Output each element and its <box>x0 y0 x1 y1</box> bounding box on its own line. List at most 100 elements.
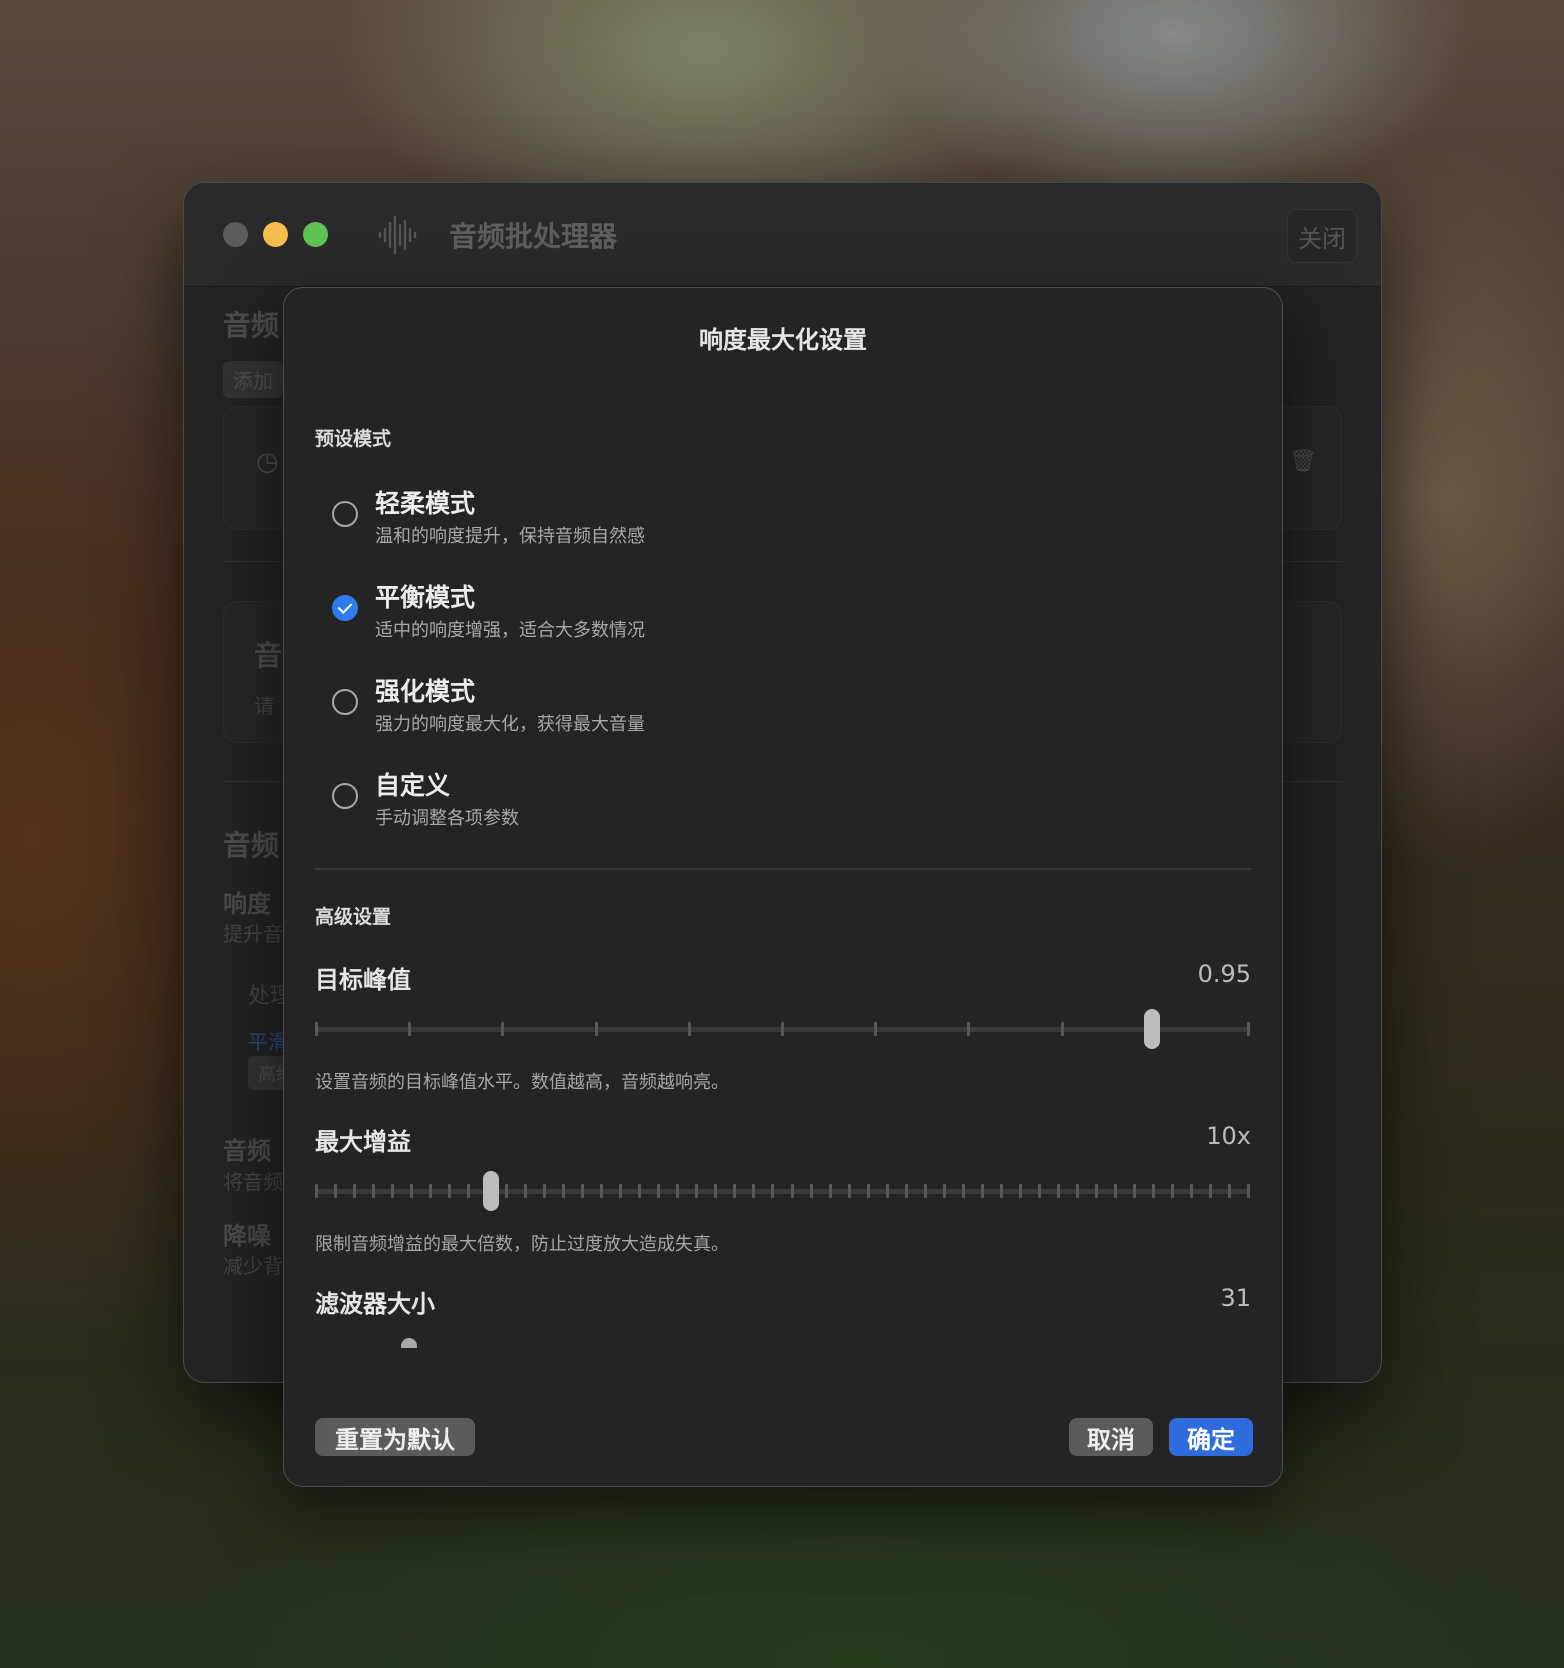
radio-button[interactable] <box>332 689 358 715</box>
preset-option-balanced[interactable]: 平衡模式 适中的响度增强，适合大多数情况 <box>332 578 1032 648</box>
preset-title: 强化模式 <box>375 677 476 706</box>
loudness-settings-dialog: 响度最大化设置 预设模式 轻柔模式 温和的响度提升，保持音频自然感 平衡模式 适… <box>283 287 1283 1487</box>
dialog-title: 响度最大化设置 <box>699 326 867 354</box>
slider-tick <box>429 1184 433 1198</box>
slider-tick <box>733 1184 737 1198</box>
slider-tick <box>619 1184 623 1198</box>
max-gain-slider[interactable] <box>315 1171 1250 1211</box>
slider-knob[interactable] <box>1143 1009 1160 1049</box>
slider-tick <box>809 1184 813 1198</box>
filter-size-label: 滤波器大小 <box>315 1290 435 1318</box>
slider-tick <box>410 1184 414 1198</box>
window-minimize-light[interactable] <box>263 222 288 247</box>
slider-tick <box>967 1022 971 1036</box>
slider-tick <box>1094 1184 1098 1198</box>
clock-icon: ◷ <box>256 447 279 477</box>
slider-tick <box>1113 1184 1117 1198</box>
slider-tick <box>334 1184 338 1198</box>
preset-option-strong[interactable]: 强化模式 强力的响度最大化，获得最大音量 <box>332 672 1032 742</box>
loudness-label: 响度 <box>223 890 271 918</box>
trash-icon[interactable]: 🗑 <box>1289 449 1317 474</box>
preset-title: 平衡模式 <box>375 583 476 612</box>
mode-label: 平滑 <box>248 1030 288 1054</box>
slider-tick <box>999 1184 1003 1198</box>
close-button[interactable]: 关闭 <box>1287 209 1357 263</box>
slider-knob[interactable] <box>482 1171 499 1211</box>
slider-tick <box>391 1184 395 1198</box>
filter-size-value: 31 <box>1220 1284 1251 1312</box>
denoise-label: 降噪 <box>223 1222 271 1250</box>
add-files-button[interactable]: 添加 <box>223 361 283 398</box>
slider-tick <box>961 1184 965 1198</box>
slider-tick <box>1151 1184 1155 1198</box>
loudness-sub: 提升音 <box>223 922 283 946</box>
cancel-button[interactable]: 取消 <box>1069 1418 1153 1456</box>
slider-tick <box>1060 1022 1064 1036</box>
output-sub: 请 <box>254 694 274 718</box>
convert-label: 音频 <box>223 1137 271 1165</box>
preset-title: 轻柔模式 <box>375 489 476 518</box>
slider-tick <box>847 1184 851 1198</box>
confirm-button[interactable]: 确定 <box>1169 1418 1253 1456</box>
slider-tick <box>1056 1184 1060 1198</box>
waveform-icon <box>378 215 417 255</box>
target-peak-value: 0.95 <box>1197 960 1251 988</box>
slider-tick <box>543 1184 547 1198</box>
convert-sub: 将音频 <box>223 1170 283 1194</box>
slider-tick <box>695 1184 699 1198</box>
slider-tick <box>1227 1184 1231 1198</box>
slider-tick <box>501 1022 505 1036</box>
output-heading: 音 <box>254 639 283 672</box>
slider-tick <box>1247 1184 1250 1198</box>
slider-tick <box>676 1184 680 1198</box>
target-peak-label: 目标峰值 <box>315 966 411 994</box>
radio-button-checked[interactable] <box>332 595 358 621</box>
slider-tick <box>980 1184 984 1198</box>
max-gain-label: 最大增益 <box>315 1128 411 1156</box>
slider-tick <box>594 1022 598 1036</box>
denoise-sub: 减少背 <box>223 1254 283 1278</box>
preset-option-gentle[interactable]: 轻柔模式 温和的响度提升，保持音频自然感 <box>332 484 1032 554</box>
processing-heading: 音频 <box>223 829 280 862</box>
slider-tick <box>714 1184 718 1198</box>
slider-tick <box>353 1184 357 1198</box>
slider-tick <box>600 1184 604 1198</box>
presets-section-label: 预设模式 <box>315 428 392 450</box>
window-maximize-light[interactable] <box>303 222 328 247</box>
slider-tick <box>904 1184 908 1198</box>
slider-tick <box>448 1184 452 1198</box>
slider-tick <box>562 1184 566 1198</box>
preset-option-custom[interactable]: 自定义 手动调整各项参数 <box>332 766 1032 836</box>
slider-tick <box>790 1184 794 1198</box>
radio-button[interactable] <box>332 783 358 809</box>
slider-tick <box>1170 1184 1174 1198</box>
max-gain-value: 10x <box>1206 1122 1251 1150</box>
slider-track <box>315 1189 1250 1194</box>
window-close-light[interactable] <box>223 222 248 247</box>
slider-tick <box>1018 1184 1022 1198</box>
slider-tick <box>581 1184 585 1198</box>
slider-tick <box>781 1022 784 1036</box>
slider-tick <box>372 1184 376 1198</box>
slider-tick <box>657 1184 661 1198</box>
slider-tick <box>1247 1022 1250 1036</box>
slider-tick <box>687 1022 691 1036</box>
files-heading: 音频 <box>223 309 280 342</box>
slider-tick <box>828 1184 832 1198</box>
slider-tick <box>638 1184 642 1198</box>
slider-tick <box>923 1184 927 1198</box>
preset-description: 温和的响度提升，保持音频自然感 <box>375 526 645 547</box>
slider-tick <box>885 1184 889 1198</box>
slider-tick <box>1037 1184 1041 1198</box>
slider-tick <box>1189 1184 1193 1198</box>
title-bar: 音频批处理器 关闭 <box>184 183 1381 287</box>
filter-size-slider-knob[interactable] <box>401 1338 417 1348</box>
slider-tick <box>408 1022 412 1036</box>
radio-button[interactable] <box>332 501 358 527</box>
section-divider <box>315 868 1251 870</box>
reset-default-button[interactable]: 重置为默认 <box>315 1418 475 1456</box>
target-peak-slider[interactable] <box>315 1009 1250 1049</box>
preset-description: 适中的响度增强，适合大多数情况 <box>375 620 645 641</box>
slider-tick <box>1208 1184 1212 1198</box>
target-peak-help: 设置音频的目标峰值水平。数值越高，音频越响亮。 <box>315 1072 729 1093</box>
